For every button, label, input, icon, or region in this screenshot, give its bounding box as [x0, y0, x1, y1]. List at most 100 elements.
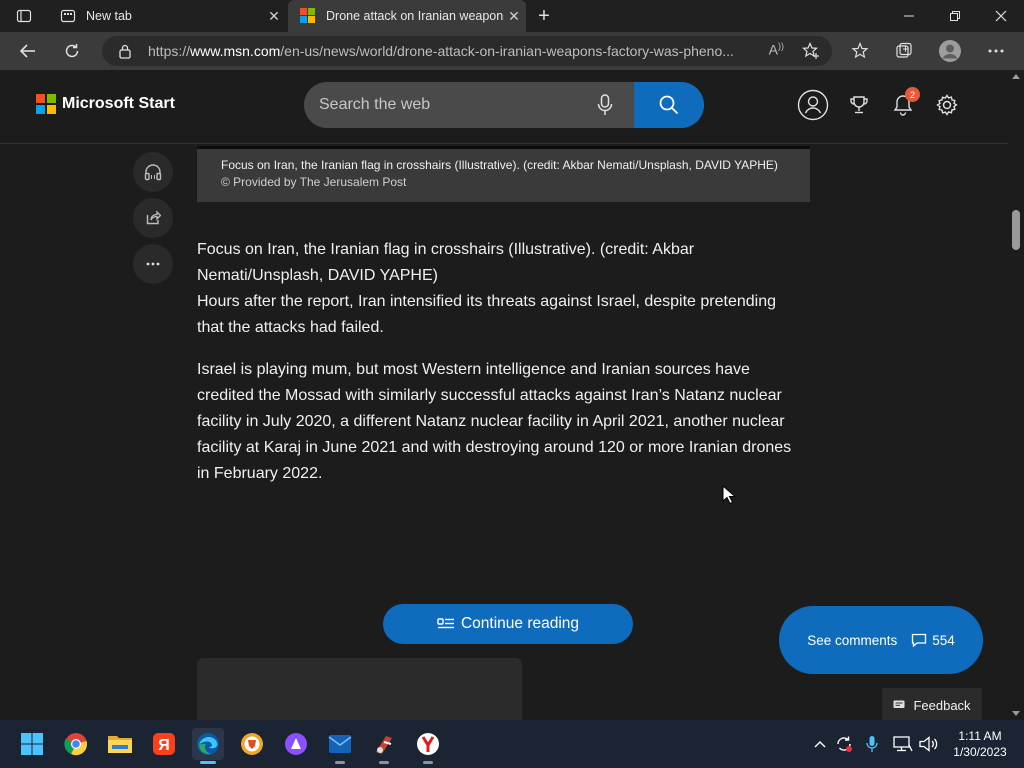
show-hidden-icons-button[interactable]	[809, 732, 831, 756]
continue-reading-button[interactable]: Continue reading	[383, 604, 633, 644]
tab-article[interactable]: Drone attack on Iranian weapons ✕	[288, 0, 526, 32]
svg-text:Я: Я	[158, 737, 170, 754]
related-card[interactable]	[197, 658, 522, 720]
refresh-button[interactable]	[56, 36, 88, 66]
taskbar-yandex[interactable]	[412, 728, 444, 764]
restore-icon	[950, 11, 960, 21]
navigation-bar: https://www.msn.com/en-us/news/world/dro…	[0, 32, 1024, 70]
close-icon	[995, 10, 1007, 22]
article-paragraph: Focus on Iran, the Iranian flag in cross…	[197, 241, 695, 284]
feedback-label: Feedback	[913, 697, 971, 713]
taskbar-mail[interactable]	[324, 728, 356, 764]
tab-title: New tab	[86, 9, 132, 23]
add-favorite-icon[interactable]	[802, 42, 820, 60]
search-button[interactable]	[634, 82, 704, 128]
taskbar-edge[interactable]	[192, 728, 224, 764]
profile-button[interactable]	[934, 36, 966, 66]
new-tab-button[interactable]: +	[532, 4, 556, 28]
image-caption: Focus on Iran, the Iranian flag in cross…	[197, 146, 810, 202]
tray-microphone[interactable]	[861, 732, 883, 756]
image-bottom-edge	[197, 146, 810, 149]
page-scrollbar[interactable]	[1008, 70, 1024, 720]
start-button[interactable]	[16, 728, 48, 760]
back-arrow-icon	[19, 44, 35, 58]
share-button[interactable]	[133, 198, 173, 238]
tab-actions-icon	[16, 9, 32, 23]
url-text[interactable]: https://www.msn.com/en-us/news/world/dro…	[148, 43, 750, 59]
minimize-icon	[904, 15, 914, 17]
notifications-button[interactable]: 2	[887, 87, 920, 121]
running-indicator	[335, 761, 345, 764]
lock-icon[interactable]	[118, 43, 132, 59]
headphones-icon	[144, 164, 162, 181]
scroll-up-arrow-icon[interactable]	[1012, 74, 1020, 79]
microphone-icon	[866, 736, 878, 752]
collections-icon	[896, 42, 912, 58]
profile-avatar-icon	[939, 40, 961, 62]
tab-actions-button[interactable]	[8, 4, 40, 28]
microsoft-logo-icon	[36, 94, 56, 114]
read-aloud-icon[interactable]: A))	[769, 41, 784, 58]
microphone-icon[interactable]	[596, 94, 614, 116]
taskbar-ccleaner[interactable]	[368, 728, 400, 764]
clock-time: 1:11 AM	[958, 729, 1002, 743]
close-window-button[interactable]	[978, 0, 1024, 32]
scroll-thumb[interactable]	[1012, 210, 1020, 250]
continue-reading-label: Continue reading	[460, 615, 580, 632]
sign-in-button[interactable]	[797, 89, 829, 121]
windows-logo-icon	[21, 733, 43, 755]
caption-text: Focus on Iran, the Iranian flag in cross…	[221, 158, 778, 172]
comment-icon	[912, 633, 927, 647]
microsoft-start-logo[interactable]: Microsoft Start	[36, 94, 175, 114]
folder-icon	[108, 736, 132, 753]
close-tab-icon[interactable]: ✕	[266, 8, 282, 24]
tray-sync[interactable]	[833, 732, 855, 756]
speaker-icon	[919, 736, 938, 752]
site-header: Microsoft Start Search the web 2	[0, 70, 1008, 144]
collections-button[interactable]	[888, 36, 920, 66]
scroll-down-arrow-icon[interactable]	[1012, 711, 1020, 716]
tab-bar: New tab ✕ Drone attack on Iranian weapon…	[0, 0, 1024, 32]
refresh-icon	[65, 44, 79, 58]
taskbar-chrome[interactable]	[60, 728, 92, 760]
rewards-button[interactable]	[843, 89, 875, 121]
tray-volume[interactable]	[918, 732, 940, 756]
address-bar[interactable]: https://www.msn.com/en-us/news/world/dro…	[102, 36, 832, 66]
settings-menu-button[interactable]	[980, 36, 1012, 66]
alice-assistant-icon	[285, 733, 307, 755]
taskbar-yandex-browser[interactable]: Я	[148, 728, 180, 760]
favorites-button[interactable]	[844, 36, 876, 66]
search-box[interactable]: Search the web	[304, 82, 704, 128]
taskbar-brave[interactable]	[236, 728, 268, 760]
tray-network[interactable]	[892, 732, 914, 756]
taskbar-clock[interactable]: 1:11 AM 1/30/2023	[944, 728, 1016, 760]
taskbar-file-explorer[interactable]	[104, 728, 136, 760]
caption-provider: © Provided by The Jerusalem Post	[221, 175, 407, 189]
user-icon	[797, 89, 829, 121]
close-tab-icon[interactable]: ✕	[506, 8, 522, 24]
edge-icon	[197, 733, 219, 755]
taskbar-alice[interactable]	[280, 728, 312, 760]
restore-button[interactable]	[932, 0, 978, 32]
tab-new-tab[interactable]: New tab ✕	[48, 0, 286, 32]
active-indicator	[200, 761, 216, 764]
search-input[interactable]: Search the web	[319, 96, 430, 114]
feedback-button[interactable]: Feedback	[882, 688, 982, 720]
ellipsis-icon	[146, 262, 160, 266]
msn-favicon	[300, 8, 316, 24]
brand-name: Microsoft Start	[62, 95, 175, 112]
gear-icon	[936, 94, 958, 116]
settings-button[interactable]	[931, 89, 963, 121]
search-icon	[659, 95, 679, 115]
chrome-icon	[64, 733, 87, 756]
see-comments-label: See comments	[807, 632, 898, 648]
see-comments-button[interactable]: See comments 554	[779, 606, 983, 674]
tab-title: Drone attack on Iranian weapons	[326, 9, 504, 23]
reading-list-icon	[437, 618, 454, 629]
back-button[interactable]	[12, 36, 44, 66]
brave-icon	[241, 733, 263, 755]
listen-button[interactable]	[133, 152, 173, 192]
share-icon	[146, 210, 161, 225]
more-actions-button[interactable]	[133, 244, 173, 284]
minimize-button[interactable]	[886, 0, 932, 32]
